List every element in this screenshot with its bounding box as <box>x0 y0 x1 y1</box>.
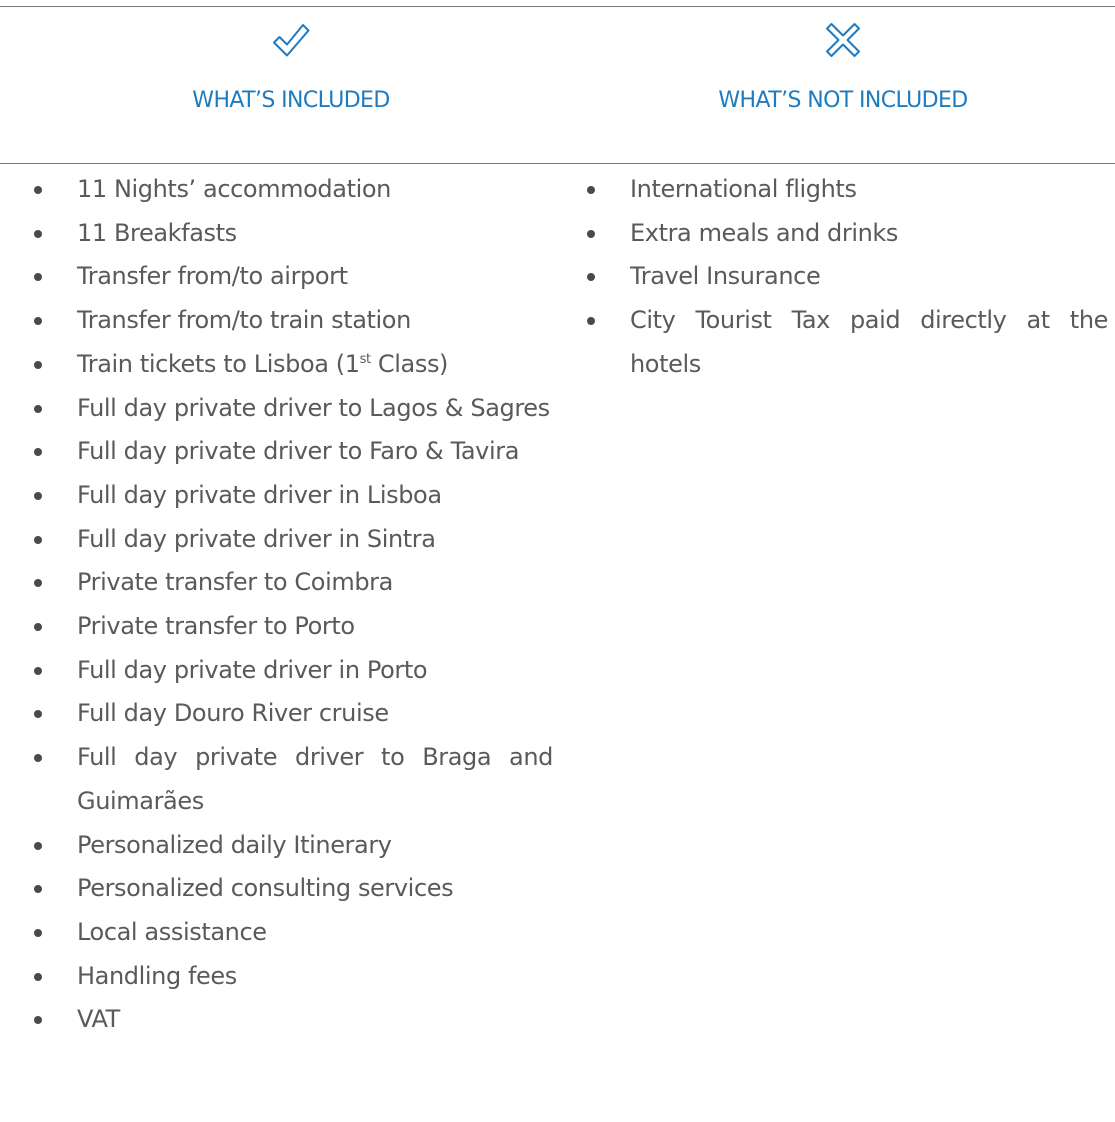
included-list: 11 Nights’ accommodation 11 Breakfasts T… <box>34 168 553 1042</box>
checkmark-icon <box>273 24 310 57</box>
list-item: VAT <box>34 998 553 1042</box>
included-header: WHAT’S INCLUDED <box>81 20 501 113</box>
list-item: 11 Breakfasts <box>34 212 553 256</box>
not-included-heading: WHAT’S NOT INCLUDED <box>718 88 968 113</box>
list-item: Full day private driver to Lagos & Sagre… <box>34 387 553 431</box>
list-item: Full day private driver to Braga and Gui… <box>34 736 553 823</box>
list-item: Full day Douro River cruise <box>34 692 553 736</box>
list-item: Handling fees <box>34 955 553 999</box>
top-divider <box>0 6 1115 7</box>
list-item: Extra meals and drinks <box>587 212 1108 256</box>
list-item: Transfer from/to train station <box>34 299 553 343</box>
not-included-list: International flights Extra meals and dr… <box>587 168 1108 387</box>
list-item: 11 Nights’ accommodation <box>34 168 553 212</box>
included-heading: WHAT’S INCLUDED <box>192 88 390 113</box>
list-item: Full day private driver in Sintra <box>34 518 553 562</box>
list-item: International flights <box>587 168 1108 212</box>
not-included-header: WHAT’S NOT INCLUDED <box>633 20 1053 113</box>
list-item: Transfer from/to airport <box>34 255 553 299</box>
list-item: Personalized daily Itinerary <box>34 824 553 868</box>
list-item: Personalized consulting services <box>34 867 553 911</box>
list-item: Travel Insurance <box>587 255 1108 299</box>
ordinal-suffix: st <box>359 351 371 367</box>
cross-icon <box>826 23 860 57</box>
list-item: Full day private driver to Faro & Tavira <box>34 430 553 474</box>
list-item: Train tickets to Lisboa (1st Class) <box>34 343 553 387</box>
list-item: Local assistance <box>34 911 553 955</box>
list-item: Private transfer to Coimbra <box>34 561 553 605</box>
list-item: Full day private driver in Porto <box>34 649 553 693</box>
header-divider <box>0 163 1115 164</box>
list-item: City Tourist Tax paid directly at the ho… <box>587 299 1108 386</box>
list-item: Full day private driver in Lisboa <box>34 474 553 518</box>
list-item: Private transfer to Porto <box>34 605 553 649</box>
list-item-text: Train tickets to Lisboa (1 <box>77 349 360 378</box>
list-item-text: Class) <box>370 349 449 378</box>
